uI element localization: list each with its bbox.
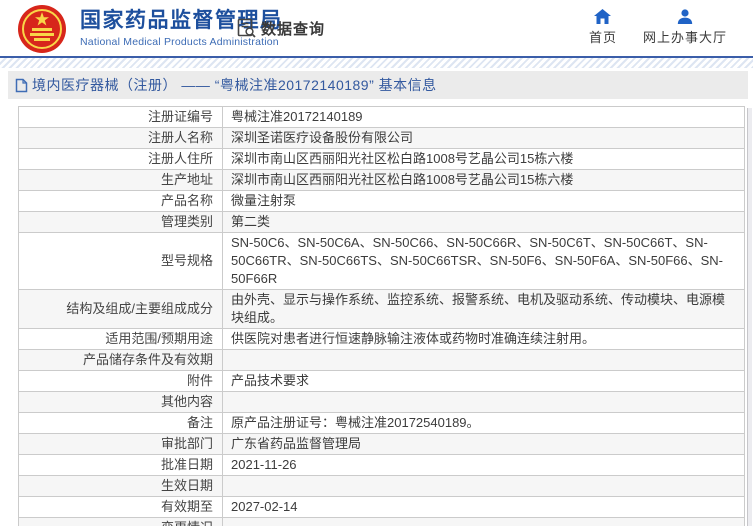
nav-item-service-hall[interactable]: 网上办事大厅 <box>643 9 727 46</box>
table-row: 型号规格 SN-50C6、SN-50C6A、SN-50C66、SN-50C66R、… <box>18 232 745 290</box>
row-value: 供医院对患者进行恒速静脉输注液体或药物时准确连续注射用。 <box>222 328 745 350</box>
table-row: 生产地址 深圳市南山区西丽阳光社区松白路1008号艺晶公司15栋六楼 <box>18 169 745 191</box>
row-value: 产品技术要求 <box>222 370 745 392</box>
table-row: 注册人名称 深圳圣诺医疗设备股份有限公司 <box>18 127 745 149</box>
row-label: 备注 <box>18 412 223 434</box>
row-label: 注册人住所 <box>18 148 223 170</box>
row-value: SN-50C6、SN-50C6A、SN-50C66、SN-50C66R、SN-5… <box>222 232 745 290</box>
breadcrumb: 境内医疗器械（注册） —— “粤械注准20172140189” 基本信息 <box>8 71 748 99</box>
row-label: 附件 <box>18 370 223 392</box>
data-query-label: 数据查询 <box>261 21 326 38</box>
home-icon <box>594 9 612 24</box>
row-label: 生效日期 <box>18 475 223 497</box>
row-label: 注册人名称 <box>18 127 223 149</box>
nav-item-home[interactable]: 首页 <box>589 9 617 46</box>
row-label: 管理类别 <box>18 211 223 233</box>
row-label: 变更情况 <box>18 517 223 526</box>
national-emblem-logo <box>17 4 67 54</box>
data-query-button[interactable]: 数据查询 <box>236 18 325 39</box>
row-value: 微量注射泵 <box>222 190 745 212</box>
row-value: 2027-02-14 <box>222 496 745 518</box>
nav-item-label: 网上办事大厅 <box>642 30 727 45</box>
table-row: 附件 产品技术要求 <box>18 370 745 392</box>
breadcrumb-text: 境内医疗器械（注册） —— “粤械注准20172140189” 基本信息 <box>32 77 437 93</box>
row-value: 粤械注准20172140189 <box>222 106 745 128</box>
table-row: 产品储存条件及有效期 <box>18 349 745 371</box>
table-row: 备注 原产品注册证号：粤械注准20172540189。 <box>18 412 745 434</box>
row-label: 适用范围/预期用途 <box>18 328 223 350</box>
table-row: 批准日期 2021-11-26 <box>18 454 745 476</box>
document-icon <box>15 78 28 92</box>
hatch-stripe-band <box>0 58 753 68</box>
row-value: 由外壳、显示与操作系统、监控系统、报警系统、电机及驱动系统、传动模块、电源模块组… <box>222 289 745 329</box>
table-row: 结构及组成/主要组成成分 由外壳、显示与操作系统、监控系统、报警系统、电机及驱动系… <box>18 289 745 329</box>
site-header: 国家药品监督管理局 National Medical Products Admi… <box>0 0 753 56</box>
nav-item-label: 首页 <box>588 30 617 45</box>
person-icon <box>677 9 693 24</box>
row-label: 有效期至 <box>18 496 223 518</box>
table-row: 适用范围/预期用途 供医院对患者进行恒速静脉输注液体或药物时准确连续注射用。 <box>18 328 745 350</box>
row-value: 原产品注册证号：粤械注准20172540189。 <box>222 412 745 434</box>
table-row: 有效期至 2027-02-14 <box>18 496 745 518</box>
table-row: 审批部门 广东省药品监督管理局 <box>18 433 745 455</box>
document-search-icon <box>237 18 256 38</box>
table-row: 管理类别 第二类 <box>18 211 745 233</box>
row-label: 其他内容 <box>18 391 223 413</box>
row-label: 结构及组成/主要组成成分 <box>18 289 223 329</box>
row-value: 深圳市南山区西丽阳光社区松白路1008号艺晶公司15栋六楼 <box>222 148 745 170</box>
national-emblem-icon <box>18 5 66 53</box>
row-value <box>222 391 745 413</box>
table-row: 注册证编号 粤械注准20172140189 <box>18 106 745 128</box>
info-table-body: 注册证编号 粤械注准20172140189 注册人名称 深圳圣诺医疗设备股份有限公司注… <box>18 106 745 526</box>
table-row: 变更情况 <box>18 517 745 526</box>
row-label: 产品名称 <box>18 190 223 212</box>
registration-info-table: 注册证编号 粤械注准20172140189 注册人名称 深圳圣诺医疗设备股份有限公司注… <box>18 106 745 526</box>
row-value: 2021-11-26 <box>222 454 745 476</box>
top-nav: 首页 网上办事大厅 <box>589 9 727 46</box>
row-label: 注册证编号 <box>18 106 223 128</box>
row-label: 型号规格 <box>18 232 223 290</box>
row-value: 深圳圣诺医疗设备股份有限公司 <box>222 127 745 149</box>
row-label: 批准日期 <box>18 454 223 476</box>
row-value <box>222 349 745 371</box>
row-value <box>222 475 745 497</box>
row-value: 深圳市南山区西丽阳光社区松白路1008号艺晶公司15栋六楼 <box>222 169 745 191</box>
table-row: 注册人住所 深圳市南山区西丽阳光社区松白路1008号艺晶公司15栋六楼 <box>18 148 745 170</box>
table-row: 生效日期 <box>18 475 745 497</box>
table-row: 产品名称 微量注射泵 <box>18 190 745 212</box>
page: 国家药品监督管理局 National Medical Products Admi… <box>0 0 753 526</box>
row-label: 生产地址 <box>18 169 223 191</box>
table-row: 其他内容 <box>18 391 745 413</box>
row-label: 审批部门 <box>18 433 223 455</box>
row-value <box>222 517 745 526</box>
vertical-scrollbar[interactable] <box>747 108 752 526</box>
row-label: 产品储存条件及有效期 <box>18 349 223 371</box>
row-value: 第二类 <box>222 211 745 233</box>
row-value: 广东省药品监督管理局 <box>222 433 745 455</box>
